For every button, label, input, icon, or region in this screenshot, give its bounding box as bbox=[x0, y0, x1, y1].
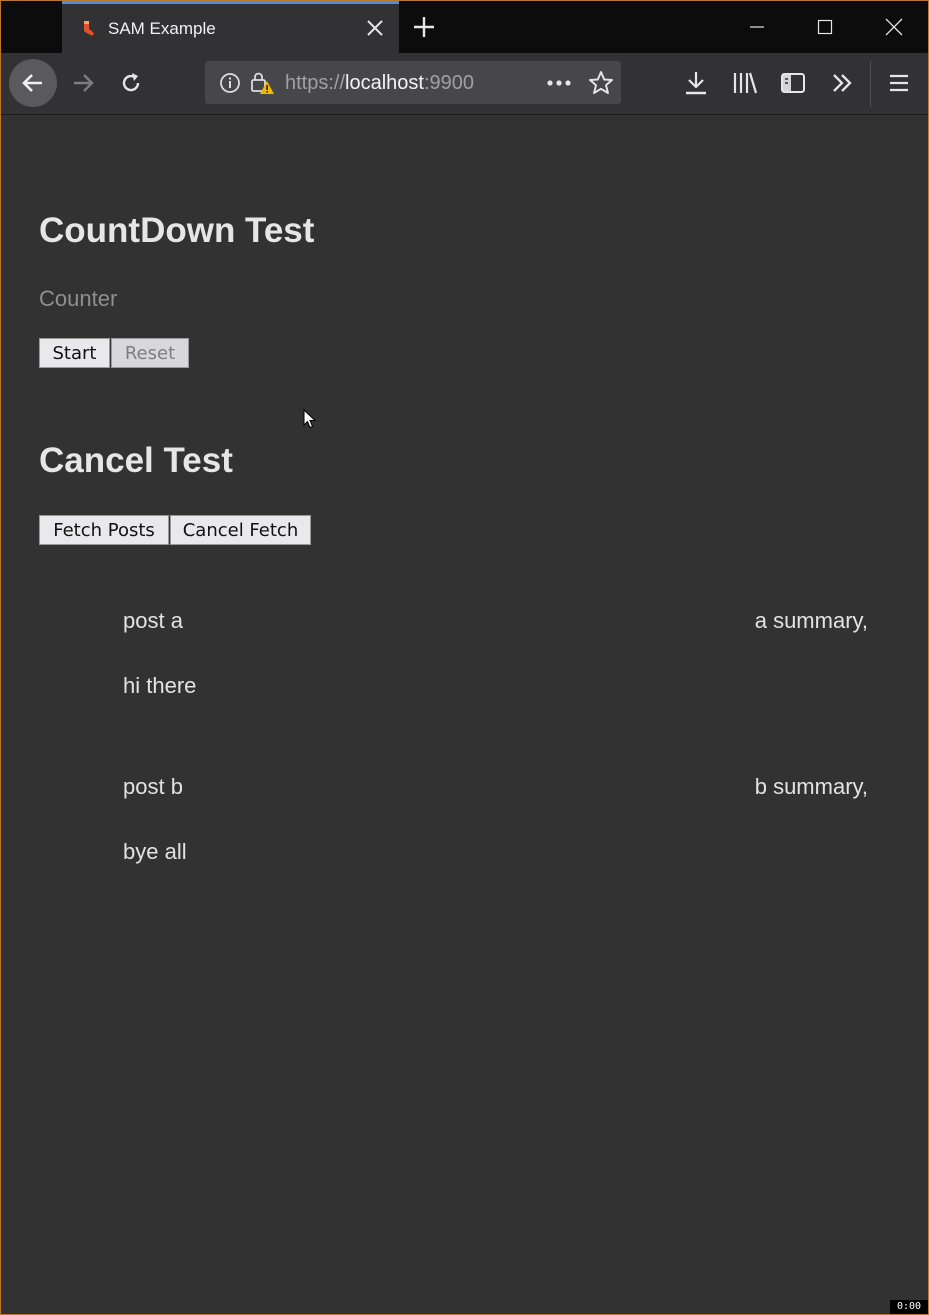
minimize-button[interactable] bbox=[723, 1, 791, 53]
url-host: localhost bbox=[345, 72, 424, 94]
url-text: https://localhost:9900 bbox=[285, 72, 474, 95]
sidebar-icon bbox=[781, 73, 805, 93]
forward-arrow-icon bbox=[74, 74, 94, 92]
recording-clock: 0:00 bbox=[890, 1300, 928, 1314]
app-menu-button[interactable] bbox=[883, 67, 915, 99]
post-body: bye all bbox=[123, 839, 187, 864]
back-arrow-icon bbox=[22, 74, 42, 92]
tab-strip: SAM Example bbox=[1, 1, 928, 53]
reset-button[interactable]: Reset bbox=[111, 338, 189, 368]
post-body: hi there bbox=[123, 673, 197, 698]
navigation-toolbar: https://localhost:9900 bbox=[1, 53, 928, 115]
minimize-icon bbox=[750, 26, 764, 28]
double-chevron-right-icon bbox=[833, 74, 852, 92]
page-actions-icon[interactable] bbox=[545, 73, 573, 93]
insecure-lock-icon[interactable] bbox=[249, 70, 275, 96]
page-content: CountDown Test Counter Start Reset Cance… bbox=[1, 115, 928, 1314]
reload-button[interactable] bbox=[107, 59, 155, 107]
reload-icon bbox=[122, 73, 140, 92]
forward-button[interactable] bbox=[59, 59, 107, 107]
url-port: :9900 bbox=[423, 72, 475, 94]
mouse-cursor-icon bbox=[303, 409, 317, 429]
counter-label: Counter bbox=[39, 286, 118, 311]
sock-icon bbox=[84, 21, 94, 36]
maximize-button[interactable] bbox=[791, 1, 859, 53]
url-bar[interactable]: https://localhost:9900 bbox=[205, 61, 621, 104]
tab-title: SAM Example bbox=[108, 19, 216, 38]
fetch-posts-button[interactable]: Fetch Posts bbox=[39, 515, 169, 545]
new-tab-icon[interactable] bbox=[411, 14, 437, 40]
cancel-fetch-button[interactable]: Cancel Fetch bbox=[170, 515, 311, 545]
back-button[interactable] bbox=[9, 59, 57, 107]
tab-sam-example[interactable]: SAM Example bbox=[62, 1, 399, 53]
maximize-icon bbox=[817, 19, 833, 35]
library-button[interactable] bbox=[729, 67, 761, 99]
cancel-heading: Cancel Test bbox=[39, 441, 233, 480]
close-icon bbox=[885, 18, 903, 36]
browser-window: SAM Example https://localhost:9900 Count… bbox=[0, 0, 929, 1315]
toolbar-separator bbox=[870, 61, 871, 107]
downloads-button[interactable] bbox=[680, 67, 712, 99]
close-window-button[interactable] bbox=[860, 1, 928, 53]
bookmark-star-icon[interactable] bbox=[588, 70, 614, 96]
hamburger-menu-icon bbox=[890, 74, 908, 92]
close-tab-icon[interactable] bbox=[365, 18, 385, 38]
overflow-menu-button[interactable] bbox=[826, 67, 858, 99]
sidebar-button[interactable] bbox=[777, 67, 809, 99]
start-button[interactable]: Start bbox=[39, 338, 110, 368]
post-title: post a bbox=[123, 608, 183, 633]
library-icon bbox=[733, 72, 758, 94]
post-summary: a summary, bbox=[754, 608, 868, 633]
post-title: post b bbox=[123, 774, 183, 799]
info-icon[interactable] bbox=[219, 72, 241, 94]
url-scheme: https:// bbox=[285, 72, 346, 94]
download-icon bbox=[686, 72, 706, 95]
countdown-heading: CountDown Test bbox=[39, 211, 315, 250]
post-summary: b summary, bbox=[754, 774, 868, 799]
